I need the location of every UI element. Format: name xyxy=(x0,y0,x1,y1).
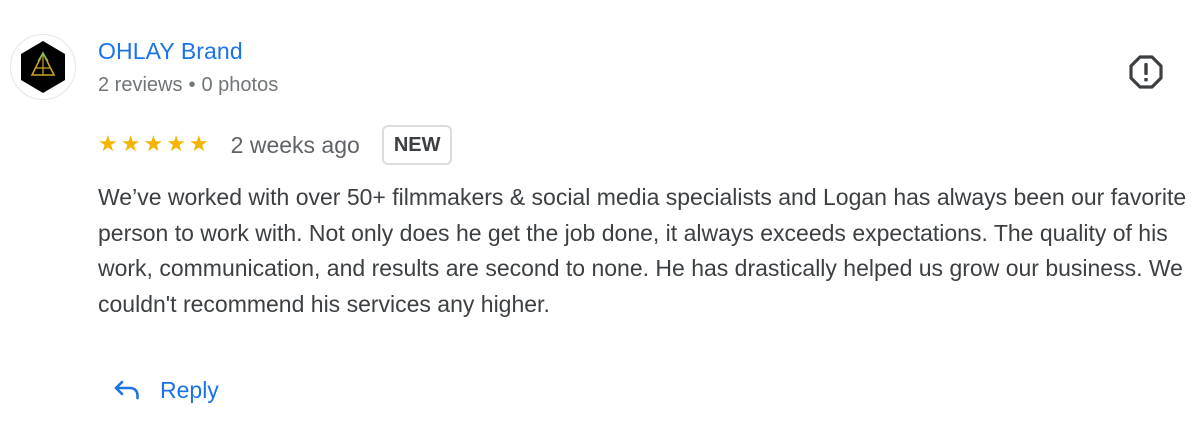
review-text: We’ve worked with over 50+ filmmakers & … xyxy=(98,184,1187,317)
report-icon xyxy=(1129,55,1163,89)
star-icon: ★ xyxy=(120,132,141,157)
review-count: 2 reviews xyxy=(98,74,183,96)
star-icon: ★ xyxy=(98,132,118,157)
hexagon-logo-icon xyxy=(21,41,65,93)
star-rating: ★ ★ ★ ★ ★ xyxy=(98,134,209,156)
reply-button[interactable]: Reply xyxy=(112,368,219,412)
star-icon: ★ xyxy=(166,132,186,157)
reply-arrow-icon xyxy=(112,375,142,405)
new-badge: NEW xyxy=(381,125,453,165)
meta-separator: • xyxy=(188,74,196,96)
reviewer-name[interactable]: OHLAY Brand xyxy=(98,36,243,66)
photo-count: 0 photos xyxy=(201,74,279,96)
review-card: OHLAY Brand 2 reviews • 0 photos ★ ★ ★ ★ ★… xyxy=(0,0,1200,435)
reply-label: Reply xyxy=(160,376,219,403)
star-icon: ★ xyxy=(188,132,209,157)
rating-row: ★ ★ ★ ★ ★ 2 weeks ago NEW xyxy=(98,124,453,166)
review-date: 2 weeks ago xyxy=(230,131,360,158)
report-button[interactable] xyxy=(1126,52,1166,92)
reviewer-meta: 2 reviews • 0 photos xyxy=(98,71,278,99)
avatar[interactable] xyxy=(10,34,76,100)
star-icon: ★ xyxy=(143,132,164,157)
